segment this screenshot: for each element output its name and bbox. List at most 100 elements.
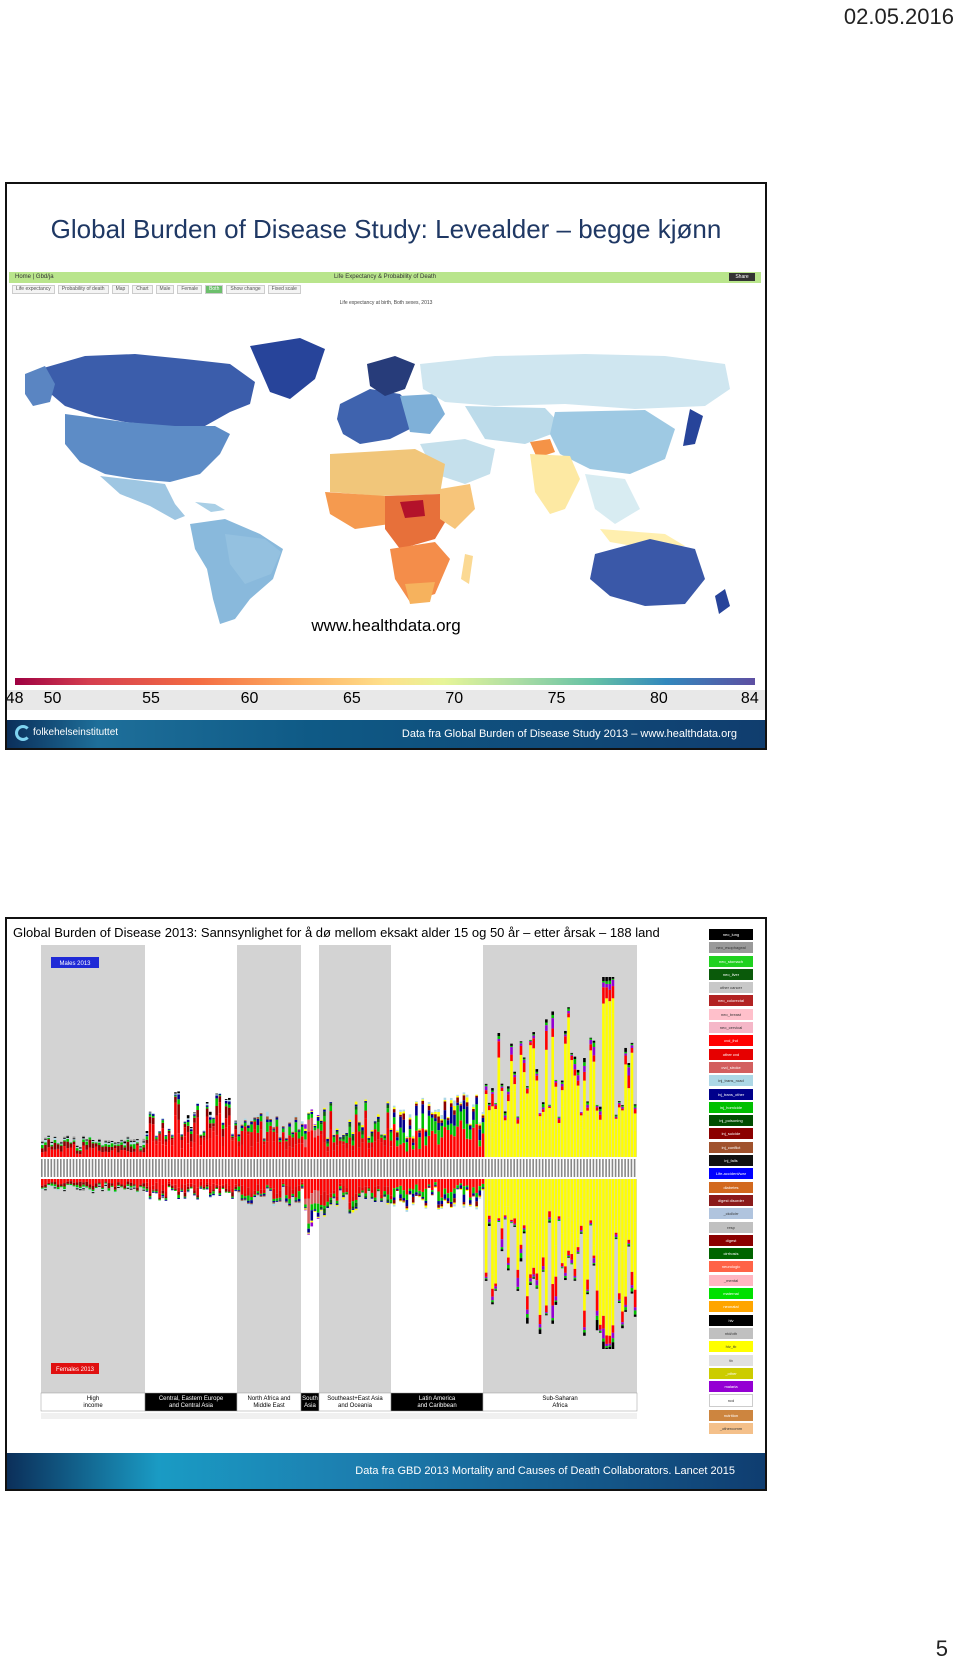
bar-segment	[554, 1115, 558, 1157]
bar-segment	[564, 1261, 567, 1267]
bar-segment	[91, 1148, 95, 1157]
bar-segment	[88, 1136, 92, 1138]
bar-segment	[180, 1179, 184, 1185]
bar-segment	[354, 1114, 358, 1133]
country-tick	[50, 1159, 53, 1177]
app-tool-female[interactable]: Female	[177, 285, 203, 294]
bar-segment	[576, 1210, 580, 1239]
bar-segment	[370, 1179, 374, 1190]
country-tick	[554, 1159, 557, 1177]
bar-segment	[510, 1043, 513, 1046]
app-tool-map[interactable]: Map	[111, 285, 130, 294]
bar-segment	[186, 1143, 190, 1157]
country-tick	[614, 1159, 617, 1177]
share-button[interactable]: Share	[729, 273, 755, 281]
country-tick	[392, 1159, 395, 1177]
bar-segment	[139, 1146, 142, 1148]
bar-segment	[60, 1186, 63, 1188]
bar-segment	[126, 1151, 130, 1157]
bar-segment	[386, 1201, 390, 1203]
country-tick	[101, 1159, 103, 1177]
bar-segment	[275, 1200, 279, 1202]
bar-segment	[364, 1193, 367, 1197]
bar-segment	[307, 1119, 310, 1132]
bar-segment	[573, 1268, 577, 1276]
bar-segment	[462, 1202, 466, 1205]
bar-segment	[123, 1150, 127, 1157]
bar-segment	[326, 1206, 329, 1208]
bar-segment	[421, 1100, 425, 1105]
bar-segment	[608, 1346, 612, 1349]
bar-segment	[551, 1084, 554, 1157]
bar-segment	[481, 1183, 485, 1188]
bar-segment	[247, 1123, 250, 1125]
bar-segment	[589, 1211, 593, 1221]
bar-segment	[503, 1215, 507, 1217]
bar-segment	[145, 1133, 149, 1135]
app-tool-fixed-scale[interactable]: Fixed scale	[267, 285, 301, 294]
bar-segment	[630, 1179, 634, 1246]
bar-segment	[266, 1187, 269, 1189]
app-tool-show-change[interactable]: Show change	[226, 285, 265, 294]
bar-segment	[47, 1182, 50, 1185]
bar-segment	[190, 1128, 193, 1130]
country-tick	[538, 1159, 541, 1177]
country-tick	[500, 1159, 503, 1177]
bar-segment	[44, 1142, 47, 1145]
bar-segment	[256, 1125, 260, 1133]
bar-segment	[316, 1135, 320, 1157]
country-tick	[465, 1159, 468, 1177]
bar-segment	[262, 1189, 266, 1193]
bar-segment	[228, 1099, 231, 1102]
app-tool-male[interactable]: Male	[155, 285, 175, 294]
bar-segment	[310, 1204, 314, 1211]
bar-segment	[399, 1114, 402, 1117]
bar-segment	[443, 1097, 447, 1101]
country-tick	[503, 1159, 506, 1177]
bar-segment	[177, 1197, 180, 1200]
bar-segment	[526, 1317, 529, 1324]
bar-segment	[104, 1140, 107, 1142]
bar-segment	[281, 1126, 285, 1128]
bar-segment	[427, 1184, 431, 1186]
bar-segment	[361, 1179, 364, 1188]
app-tool-life-expectancy[interactable]: Life expectancy	[12, 285, 55, 294]
bar-segment	[237, 1133, 241, 1135]
bar-segment	[82, 1138, 85, 1140]
bar-segment	[326, 1194, 329, 1202]
bar-segment	[167, 1181, 171, 1184]
bar-segment	[545, 1019, 548, 1023]
bar-segment	[456, 1126, 459, 1157]
bar-segment	[161, 1119, 165, 1121]
bar-segment	[285, 1195, 288, 1199]
bar-segment	[247, 1179, 250, 1188]
bar-segment	[186, 1189, 190, 1191]
country-tick	[63, 1159, 65, 1177]
region-label: Latin America	[419, 1396, 456, 1402]
bar-segment	[310, 1109, 314, 1111]
app-tool-both[interactable]: Both	[205, 285, 224, 294]
bar-segment	[120, 1141, 123, 1143]
app-tool-probability-of-death[interactable]: Probability of death	[57, 285, 109, 294]
bar-segment	[361, 1190, 364, 1192]
app-tool-chart[interactable]: Chart	[132, 285, 153, 294]
bar-segment	[443, 1119, 447, 1128]
map-url-text[interactable]: www.healthdata.org	[7, 616, 765, 636]
bar-segment	[465, 1102, 469, 1107]
bar-segment	[377, 1139, 380, 1157]
bar-segment	[354, 1206, 358, 1209]
bar-segment	[63, 1179, 66, 1184]
bar-segment	[75, 1182, 79, 1185]
bar-segment	[161, 1190, 165, 1194]
bar-segment	[148, 1111, 152, 1113]
bar-segment	[266, 1141, 269, 1157]
bar-segment	[475, 1179, 478, 1193]
bar-segment	[377, 1131, 380, 1140]
bar-segment	[155, 1179, 158, 1183]
bar-segment	[513, 1203, 516, 1219]
bar-segment	[370, 1196, 374, 1198]
bar-segment	[215, 1188, 218, 1189]
bar-segment	[364, 1102, 367, 1104]
bar-segment	[630, 1287, 634, 1292]
bar-segment	[567, 1017, 570, 1031]
